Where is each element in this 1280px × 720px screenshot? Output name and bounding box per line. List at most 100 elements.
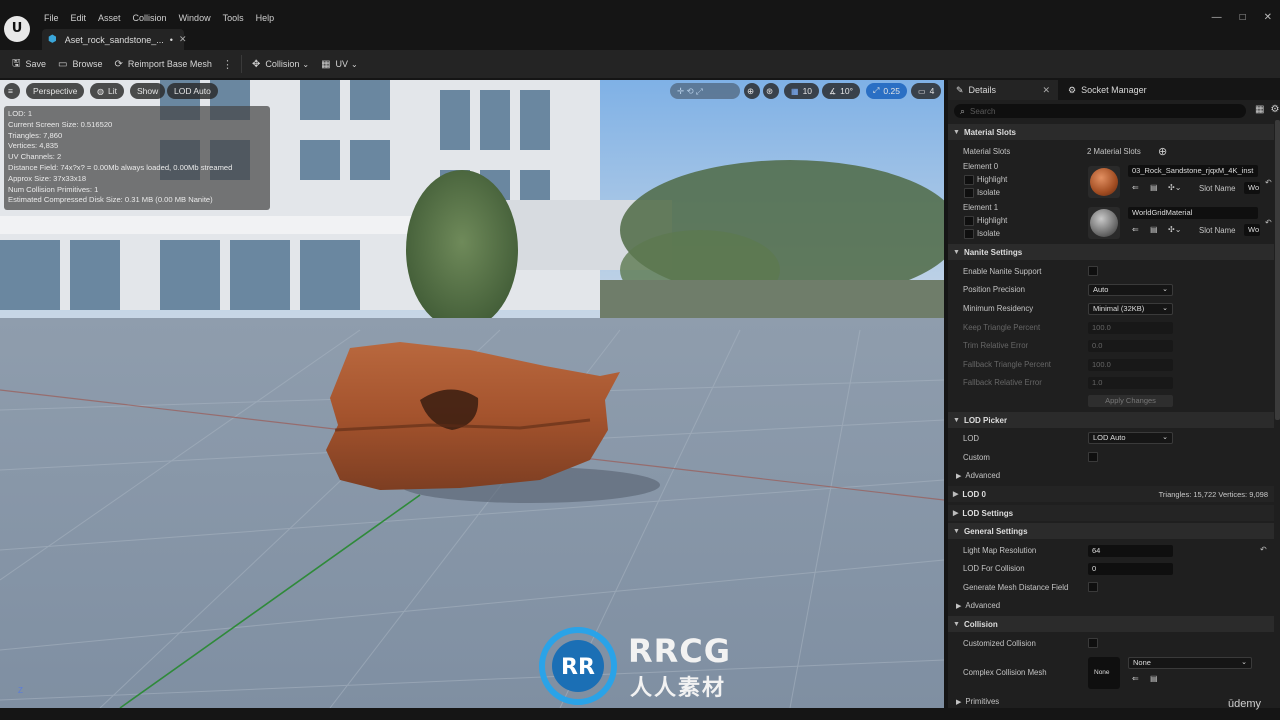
category-label: Material Slots [963,127,1016,137]
search-input[interactable] [970,106,1231,116]
lit-button[interactable]: ◍ Lit [90,83,124,99]
material-1-name[interactable]: WorldGridMaterial [1128,207,1258,219]
material-0-preview [1090,168,1118,196]
reimport-button[interactable]: ⟳ Reimport Base Mesh [109,53,218,75]
apply-changes-button[interactable]: Apply Changes [1088,395,1173,407]
fallback-triangle-percent-input[interactable]: 100.0 [1088,359,1173,371]
settings-gear-icon[interactable]: ⚙ [1270,104,1279,115]
material-options-icon[interactable]: ✣⌄ [1168,183,1181,192]
isolate-1-checkbox[interactable] [964,229,974,239]
category-lod-picker[interactable]: ▼ LOD Picker [948,412,1274,428]
trim-relative-error-input[interactable]: 0.0 [1088,340,1173,352]
keep-triangle-percent-input[interactable]: 100.0 [1088,322,1173,334]
menu-asset[interactable]: Asset [92,10,127,28]
menu-edit[interactable]: Edit [65,10,93,28]
lod-dropdown[interactable]: LOD Auto ⌄ [1088,432,1173,444]
browse-button[interactable]: ▭ Browse [52,53,108,75]
menu-file[interactable]: File [38,10,65,28]
save-button[interactable]: 🖫 Save [6,53,52,75]
menu-tools[interactable]: Tools [217,10,250,28]
camera-speed-button[interactable]: ▭ 4 [911,83,942,99]
rotation-snap-button[interactable]: ∡ 10° [822,83,861,99]
reset-0-icon[interactable]: ↶ [1265,178,1272,187]
enable-nanite-checkbox[interactable] [1088,266,1098,276]
details-panel: ✎ Details ✕ ⚙ Socket Manager ⌕ ▦ ⚙ ▼Mate… [948,80,1280,708]
expand-arrow-icon: ▼ [953,416,960,424]
generate-distance-field-checkbox[interactable] [1088,582,1098,592]
dropdown-value: Minimal (32KB) [1093,304,1145,313]
use-selected-icon[interactable]: ⇐ [1132,183,1139,192]
close-tab-icon[interactable]: ✕ [1042,85,1050,96]
more-options-icon[interactable]: ⋮ [218,58,237,71]
surface-snap-button[interactable]: ⊛ [763,83,779,99]
scale-snap-button[interactable]: ⤢ 0.25 [866,83,907,99]
material-slot-count: 2 Material Slots [1087,147,1141,156]
slot-name-0-input[interactable]: Wo [1244,182,1260,194]
use-selected-icon[interactable]: ⇐ [1132,225,1139,234]
category-lod-0[interactable]: ▶ LOD 0 Triangles: 15,722 Vertices: 9,098 [948,486,1274,502]
details-scrollbar[interactable] [1275,120,1280,420]
general-advanced-toggle[interactable]: ▶ Advanced [956,601,1000,610]
material-0-thumbnail[interactable] [1088,166,1120,198]
collision-dropdown[interactable]: ✥ Collision ⌄ [246,53,315,75]
lod-for-collision-input[interactable]: 0 [1088,563,1173,575]
lod-advanced-toggle[interactable]: ▶ Advanced [956,471,1000,480]
highlight-0-checkbox[interactable] [964,175,974,185]
complex-collision-thumbnail[interactable]: None [1088,657,1120,689]
category-material-slots[interactable]: ▼ Material Slots [948,124,1274,140]
fallback-relative-error-input[interactable]: 1.0 [1088,377,1173,389]
reset-1-icon[interactable]: ↶ [1265,218,1272,227]
material-1-thumbnail[interactable] [1088,207,1120,239]
menu-collision[interactable]: Collision [127,10,173,28]
add-slot-icon[interactable]: ⊕ [1158,145,1167,158]
maximize-button[interactable]: □ [1240,12,1246,23]
material-options-icon[interactable]: ✣⌄ [1168,225,1181,234]
show-button[interactable]: Show [130,83,166,99]
category-lod-settings[interactable]: ▶ LOD Settings [948,505,1274,521]
close-window-button[interactable]: ✕ [1264,12,1272,23]
position-precision-dropdown[interactable]: Auto ⌄ [1088,284,1173,296]
highlight-1-checkbox[interactable] [964,216,974,226]
complex-collision-dropdown[interactable]: None ⌄ [1128,657,1252,669]
chevron-down-icon: ⌄ [302,59,310,69]
minimum-residency-dropdown[interactable]: Minimal (32KB) ⌄ [1088,303,1173,315]
table-view-icon[interactable]: ▦ [1255,104,1264,115]
category-nanite-settings[interactable]: ▼ Nanite Settings [948,244,1274,260]
reset-light-map-icon[interactable]: ↶ [1260,545,1267,554]
grid-snap-button[interactable]: ▦ 10 [784,83,820,99]
chevron-down-icon: ⌄ [351,59,358,69]
details-search[interactable]: ⌕ [954,104,1246,118]
transform-tools[interactable]: ✛ ⟲ ⤢ [670,83,740,99]
browse-folder-icon[interactable]: ▤ [1150,674,1158,683]
minimize-button[interactable]: — [1212,12,1222,23]
lod-button[interactable]: LOD Auto [167,83,218,99]
light-map-resolution-input[interactable]: 64 [1088,545,1173,557]
chevron-down-icon: ⌄ [1241,659,1247,666]
tab-details[interactable]: ✎ Details ✕ [948,80,1058,100]
collision-icon: ✥ [251,58,261,70]
use-selected-icon[interactable]: ⇐ [1132,674,1139,683]
browse-folder-icon[interactable]: ▤ [1150,183,1158,192]
isolate-0-checkbox[interactable] [964,188,974,198]
reimport-label: Reimport Base Mesh [127,59,212,69]
material-0-name[interactable]: 03_Rock_Sandstone_rjqxM_4K_inst [1128,165,1258,177]
custom-lod-checkbox[interactable] [1088,452,1098,462]
document-tab[interactable]: ⬢ Aset_rock_sandstone_... • ✕ [42,29,187,50]
tab-socket-manager[interactable]: ⚙ Socket Manager [1060,80,1155,100]
menu-help[interactable]: Help [250,10,281,28]
primitives-toggle[interactable]: ▶ Primitives [956,697,999,706]
viewport-options-button[interactable]: ≡ [4,83,20,99]
uv-dropdown[interactable]: ▦ UV ⌄ [315,53,364,75]
static-mesh-editor: U File Edit Asset Collision Window Tools… [0,0,1280,720]
category-collision[interactable]: ▼ Collision [948,616,1274,632]
browse-folder-icon[interactable]: ▤ [1150,225,1158,234]
perspective-button[interactable]: Perspective [26,83,85,99]
mesh-viewport[interactable]: ≡ Perspective ◍ Lit Show LOD Auto ✛ ⟲ ⤢ ⊕… [0,80,944,708]
coordinate-space-button[interactable]: ⊕ [744,83,760,99]
menu-window[interactable]: Window [173,10,217,28]
slot-name-1-input[interactable]: Wo [1244,224,1260,236]
close-tab-icon[interactable]: ✕ [179,34,187,45]
customized-collision-checkbox[interactable] [1088,638,1098,648]
category-general-settings[interactable]: ▼ General Settings [948,523,1274,539]
watermark-subtitle: 人人素材 [630,676,727,701]
